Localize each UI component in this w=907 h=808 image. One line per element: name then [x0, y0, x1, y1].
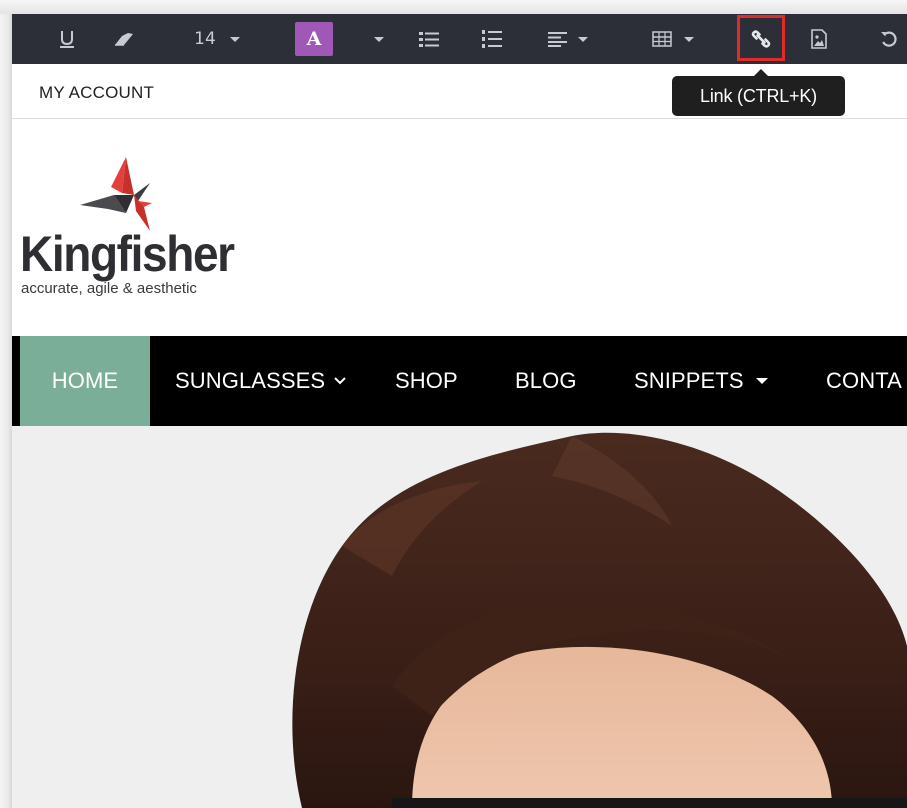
my-account-link[interactable]: MY ACCOUNT	[39, 83, 154, 103]
underline-button[interactable]	[52, 14, 82, 64]
page-frame: 14 A MY ACCOUNT Link (CTRL+K) Kingfisher…	[0, 0, 907, 808]
nav-item-label: SHOP	[395, 368, 458, 393]
chevron-down-icon	[334, 377, 346, 385]
ordered-list-icon	[482, 30, 502, 48]
link-button-highlight	[737, 15, 785, 61]
ordered-list-button[interactable]	[477, 14, 507, 64]
eraser-button[interactable]	[109, 14, 139, 64]
link-tooltip-text: Link (CTRL+K)	[700, 85, 817, 106]
unordered-list-button[interactable]	[414, 14, 444, 64]
nav-item-sunglasses[interactable]: SUNGLASSES	[175, 336, 347, 426]
unordered-list-icon	[419, 32, 439, 47]
insert-picture-button[interactable]	[804, 14, 834, 64]
hero-banner	[12, 426, 907, 808]
logo-tagline: accurate, agile & aesthetic	[21, 280, 197, 297]
text-color-button[interactable]: A	[294, 14, 334, 64]
underline-icon	[60, 31, 74, 48]
text-color-dropdown[interactable]	[368, 14, 390, 64]
link-tooltip: Link (CTRL+K)	[672, 69, 845, 116]
nav-item-label: HOME	[51, 368, 119, 393]
nav-item-home[interactable]: HOME	[20, 336, 150, 426]
nav-item-blog[interactable]: BLOG	[515, 336, 577, 426]
editor-toolbar: 14 A	[12, 14, 907, 64]
font-size-value: 14	[194, 29, 216, 49]
chevron-down-icon	[374, 36, 384, 42]
chevron-down-icon	[684, 36, 694, 42]
font-size-dropdown[interactable]: 14	[182, 14, 252, 64]
nav-item-label: SNIPPETS	[634, 368, 744, 393]
color-letter: A	[306, 28, 322, 50]
frame-shadow-top	[0, 0, 907, 14]
eraser-icon	[115, 33, 133, 46]
align-icon	[548, 32, 567, 47]
chevron-down-icon	[229, 36, 240, 42]
chevron-down-icon	[578, 36, 588, 42]
undo-icon	[881, 31, 897, 47]
bird-logo-icon	[80, 157, 152, 231]
logo-wordmark: Kingfisher	[20, 226, 235, 282]
undo-button[interactable]	[874, 14, 904, 64]
kingfisher-logo[interactable]: Kingfisher accurate, agile & aesthetic	[20, 150, 250, 310]
nav-item-shop[interactable]: SHOP	[395, 336, 458, 426]
color-icon: A	[295, 22, 333, 56]
frame-shadow-left	[0, 0, 12, 808]
align-dropdown[interactable]	[538, 14, 598, 64]
table-icon	[652, 31, 672, 47]
picture-icon	[811, 29, 827, 49]
nav-item-label: CONTA	[826, 368, 902, 393]
nav-edge	[12, 336, 20, 426]
nav-item-contact[interactable]: CONTA	[826, 336, 902, 426]
main-nav: HOME SUNGLASSES SHOP BLOG SNIPPETS CONTA	[12, 336, 907, 426]
nav-item-snippets[interactable]: SNIPPETS	[634, 336, 768, 426]
caret-down-icon	[755, 378, 768, 384]
table-dropdown[interactable]	[644, 14, 702, 64]
nav-item-label: BLOG	[515, 368, 577, 393]
hero-model-image	[292, 432, 907, 808]
nav-item-label: SUNGLASSES	[175, 368, 326, 393]
